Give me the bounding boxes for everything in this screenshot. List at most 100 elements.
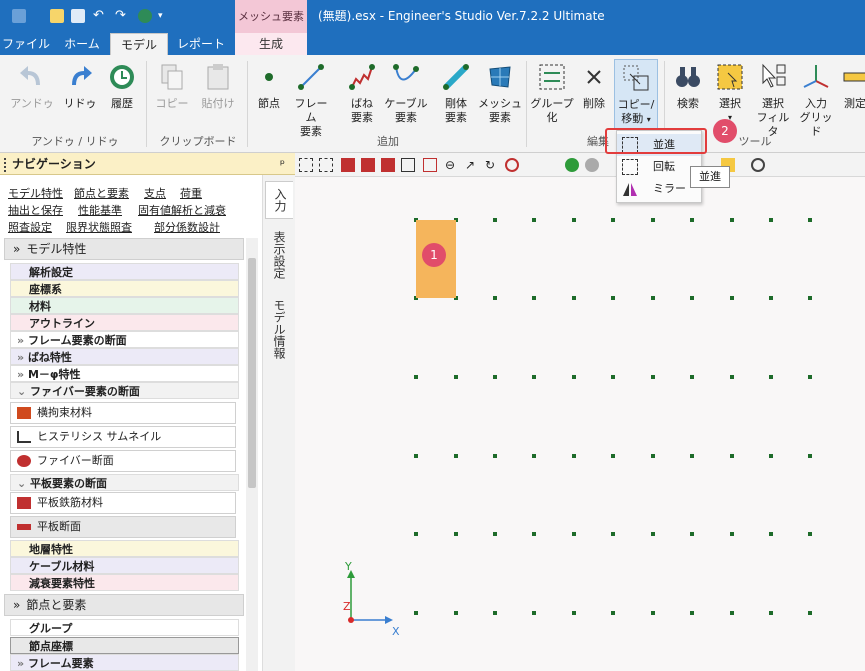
card-hysteresis-thumbnail[interactable]: ヒステリシス サムネイル: [10, 426, 236, 448]
magnifier-icon[interactable]: [751, 158, 765, 172]
node-point[interactable]: [769, 611, 773, 615]
target-icon[interactable]: [505, 158, 519, 172]
node-point[interactable]: [572, 296, 576, 300]
redo-button[interactable]: リドゥ: [58, 61, 102, 111]
node-point[interactable]: [532, 218, 536, 222]
tab-model[interactable]: モデル: [110, 33, 168, 55]
node-point[interactable]: [454, 532, 458, 536]
undo-qa-icon[interactable]: ↶: [93, 9, 107, 23]
copy-move-button[interactable]: コピー/ 移動 ▾: [614, 59, 658, 129]
node-point[interactable]: [730, 532, 734, 536]
section-model-properties[interactable]: » モデル特性: [4, 238, 244, 260]
paste-button[interactable]: 貼付け: [196, 61, 240, 111]
tab-file[interactable]: ファイル: [0, 33, 52, 55]
node-point[interactable]: [572, 532, 576, 536]
link-eigenvalue[interactable]: 固有値解析と減衰: [138, 202, 226, 218]
list-item-strata[interactable]: 地層特性: [10, 540, 239, 557]
node-point[interactable]: [572, 218, 576, 222]
customize-qa-icon[interactable]: ▾: [158, 9, 172, 23]
link-supports[interactable]: 支点: [144, 185, 166, 201]
node-point[interactable]: [454, 375, 458, 379]
node-button[interactable]: 節点: [252, 61, 286, 111]
link-loads[interactable]: 荷重: [180, 185, 202, 201]
pin-icon[interactable]: ᵖ: [280, 153, 285, 175]
card-lateral-confinement[interactable]: 横拘束材料: [10, 402, 236, 424]
node-point[interactable]: [611, 296, 615, 300]
search-button[interactable]: 検索: [670, 61, 706, 111]
tab-input[interactable]: 入力: [265, 181, 293, 219]
node-point[interactable]: [651, 611, 655, 615]
list-item-damper[interactable]: 減衰要素特性: [10, 574, 239, 591]
node-point[interactable]: [493, 296, 497, 300]
node-point[interactable]: [769, 375, 773, 379]
measure-button[interactable]: 測定: [840, 61, 865, 111]
view-cube-top-icon[interactable]: [381, 158, 395, 172]
node-point[interactable]: [414, 532, 418, 536]
list-item-node-coords[interactable]: 節点座標: [10, 637, 239, 654]
node-point[interactable]: [414, 375, 418, 379]
node-point[interactable]: [808, 454, 812, 458]
node-point[interactable]: [532, 532, 536, 536]
link-limit-state[interactable]: 限界状態照査: [66, 219, 132, 235]
rotate-view-icon[interactable]: ↻: [483, 158, 497, 172]
node-point[interactable]: [769, 296, 773, 300]
tab-display-settings[interactable]: 表示設定: [271, 231, 288, 279]
menu-item-rotate[interactable]: 回転: [617, 156, 701, 178]
node-point[interactable]: [690, 296, 694, 300]
node-point[interactable]: [690, 532, 694, 536]
list-item-frame-section[interactable]: » フレーム要素の断面: [10, 331, 239, 348]
list-item-analysis-settings[interactable]: 解析設定: [10, 263, 239, 280]
fit-view-icon[interactable]: [299, 158, 313, 172]
node-point[interactable]: [454, 454, 458, 458]
node-point[interactable]: [690, 611, 694, 615]
node-point[interactable]: [611, 532, 615, 536]
node-point[interactable]: [730, 296, 734, 300]
tab-generate[interactable]: 生成: [235, 33, 307, 55]
node-point[interactable]: [572, 611, 576, 615]
node-point[interactable]: [493, 532, 497, 536]
node-point[interactable]: [651, 532, 655, 536]
node-point[interactable]: [454, 611, 458, 615]
list-item-plate-section[interactable]: ⌄ 平板要素の断面: [10, 474, 239, 491]
node-point[interactable]: [572, 375, 576, 379]
node-point[interactable]: [690, 218, 694, 222]
zoom-extent-icon[interactable]: [319, 158, 333, 172]
link-check-settings[interactable]: 照査設定: [8, 219, 52, 235]
card-plate-section[interactable]: 平板断面: [10, 516, 236, 538]
node-point[interactable]: [572, 454, 576, 458]
history-button[interactable]: 履歴: [104, 61, 140, 111]
node-point[interactable]: [651, 218, 655, 222]
select-filter-button[interactable]: 選択 フィルタ: [752, 61, 794, 139]
list-item-cable-material[interactable]: ケーブル材料: [10, 557, 239, 574]
view-cube-side-icon[interactable]: [361, 158, 375, 172]
forward-icon[interactable]: [585, 158, 599, 172]
frame-element-button[interactable]: フレーム 要素: [290, 61, 332, 139]
rigid-element-button[interactable]: 剛体 要素: [438, 61, 474, 125]
node-point[interactable]: [730, 218, 734, 222]
link-extract-save[interactable]: 抽出と保存: [8, 202, 63, 218]
node-point[interactable]: [730, 454, 734, 458]
tab-home[interactable]: ホーム: [56, 33, 108, 55]
list-item-material[interactable]: 材料: [10, 297, 239, 314]
node-point[interactable]: [611, 611, 615, 615]
menu-item-mirror[interactable]: ミラー: [617, 178, 701, 200]
node-point[interactable]: [493, 218, 497, 222]
list-item-m-phi[interactable]: » M－φ特性: [10, 365, 239, 382]
node-point[interactable]: [493, 611, 497, 615]
node-point[interactable]: [532, 296, 536, 300]
redo-qa-icon[interactable]: ↷: [115, 9, 129, 23]
input-grid-button[interactable]: 入力 グリッド: [796, 61, 836, 139]
list-item-outline[interactable]: アウトライン: [10, 314, 239, 331]
tab-report[interactable]: レポート: [172, 33, 230, 55]
node-point[interactable]: [769, 532, 773, 536]
mesh-element-button[interactable]: メッシュ 要素: [478, 61, 522, 125]
link-performance[interactable]: 性能基準: [78, 202, 122, 218]
select-button[interactable]: 選択 ▾: [712, 61, 748, 125]
history-qa-icon[interactable]: [138, 9, 152, 23]
card-fiber-section[interactable]: ファイバー断面: [10, 450, 236, 472]
node-point[interactable]: [769, 454, 773, 458]
cable-element-button[interactable]: ケーブル 要素: [384, 61, 428, 125]
node-point[interactable]: [651, 296, 655, 300]
node-point[interactable]: [532, 375, 536, 379]
node-point[interactable]: [690, 454, 694, 458]
